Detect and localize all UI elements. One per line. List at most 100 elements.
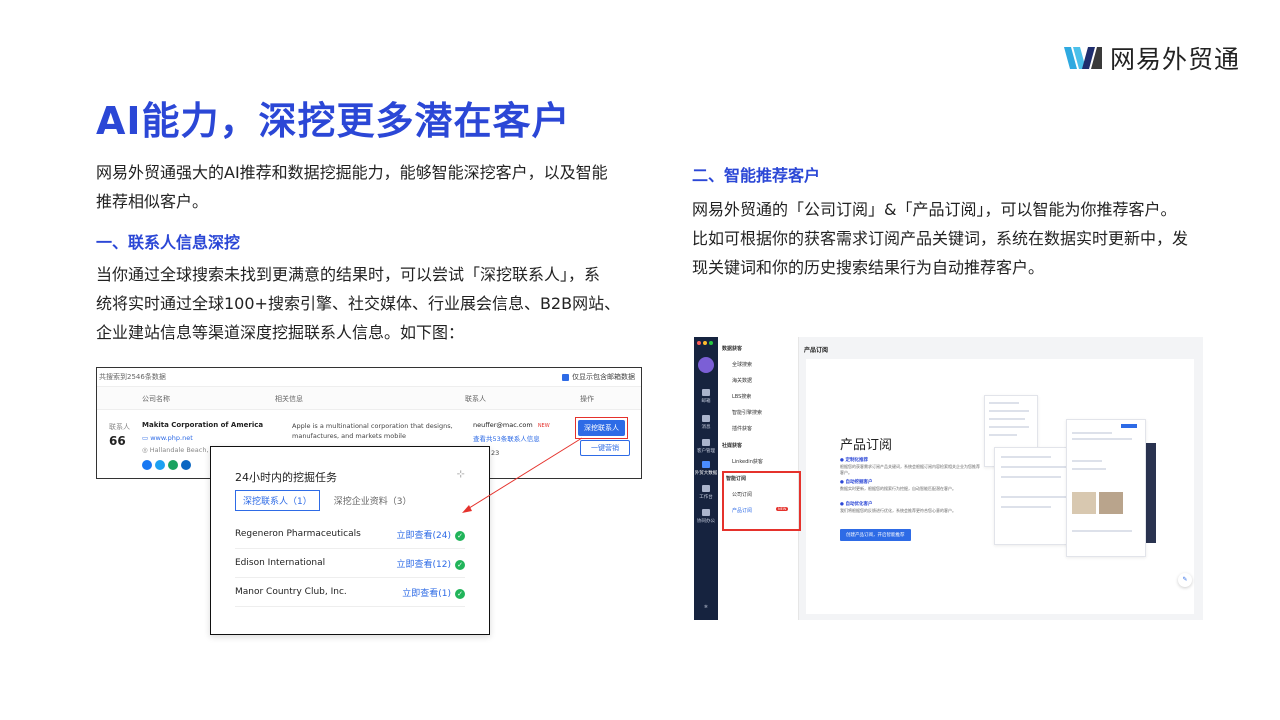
- check-icon: ✓: [455, 559, 465, 570]
- one-click-marketing-button[interactable]: 一键营销: [580, 440, 630, 456]
- feature-title: ● 自动挖掘客户: [840, 480, 873, 485]
- task-company: Manor Country Club, Inc.: [235, 587, 347, 597]
- rail-label: 邮箱: [701, 399, 711, 404]
- website-text: www.php.net: [150, 434, 193, 442]
- rail-item-mail[interactable]: 邮箱: [694, 389, 718, 404]
- task-company: Edison International: [235, 558, 326, 568]
- assistant-icon[interactable]: ✎: [1178, 573, 1192, 587]
- task-company: Regeneron Pharmaceuticals: [235, 529, 361, 539]
- description-line: manufactures, and markets mobile: [292, 432, 406, 440]
- feature-title: ● 自动优化客户: [840, 502, 873, 507]
- dig-contacts-button[interactable]: 深挖联系人: [578, 420, 625, 436]
- message-icon: [702, 415, 710, 422]
- email-only-checkbox[interactable]: 仅显示包含邮箱数据: [562, 372, 635, 382]
- contacts-count: 66: [109, 434, 126, 448]
- company-description: Apple is a multinational corporation tha…: [292, 421, 453, 441]
- brand-logo: 网易外贸通: [1063, 40, 1240, 76]
- minimize-dot-icon[interactable]: [703, 341, 707, 345]
- contacts-label: 联系人: [109, 423, 130, 431]
- view-now-link[interactable]: 立即查看(12) ✓: [397, 557, 465, 570]
- rail-item-messages[interactable]: 消息: [694, 415, 718, 430]
- maximize-dot-icon[interactable]: [709, 341, 713, 345]
- rail-item-customers[interactable]: 客户管理: [694, 439, 718, 454]
- sidebar-item[interactable]: 智能引擎搜索: [732, 409, 762, 416]
- subscription-panel: 产品订阅 ● 定制化推荐 根据您的获客需求订阅产品关键词，系统会根据订阅内容检索…: [806, 359, 1194, 614]
- collapse-icon[interactable]: ⊹: [457, 469, 465, 480]
- mining-tasks-popup: 24小时内的挖掘任务 ⊹ 深挖联系人（1） 深挖企业资料（3） Regenero…: [210, 446, 490, 635]
- section1-line: 当你通过全球搜索未找到更满意的结果时，可以尝试「深挖联系人」，系: [96, 265, 601, 284]
- rail-label: 客户管理: [697, 449, 715, 454]
- page-title: AI能力，深挖更多潜在客户: [96, 99, 571, 143]
- col-contact: 联系人: [465, 395, 486, 403]
- linkedin-icon[interactable]: [181, 460, 191, 470]
- location-text: Hallandale Beach, F: [149, 446, 215, 454]
- view-now-text: 立即查看(12): [396, 559, 451, 570]
- intro-line: 网易外贸通强大的AI推荐和数据挖掘能力，能够智能深挖客户，以及智能: [96, 163, 608, 182]
- task-row: Regeneron Pharmaceuticals 立即查看(24) ✓: [235, 520, 465, 549]
- avatar[interactable]: [698, 357, 714, 373]
- whatsapp-icon[interactable]: [168, 460, 178, 470]
- facebook-icon[interactable]: [142, 460, 152, 470]
- grid-icon: [702, 485, 710, 492]
- view-now-link[interactable]: 立即查看(1) ✓: [402, 586, 465, 599]
- section2-paragraph: 网易外贸通的「公司订阅」&「产品订阅」，可以智能为你推荐客户。 比如可根据你的获…: [692, 195, 1188, 282]
- section2-heading: 二、智能推荐客户: [692, 166, 821, 185]
- sidebar-item[interactable]: 全球搜索: [732, 361, 752, 368]
- section2-line: 现关键词和你的历史搜索结果行为自动推荐客户。: [692, 258, 1045, 277]
- collab-icon: [702, 509, 710, 516]
- task-row: Manor Country Club, Inc. 立即查看(1) ✓: [235, 578, 465, 607]
- view-now-text: 立即查看(1): [402, 588, 451, 599]
- panel-title: 产品订阅: [840, 438, 893, 453]
- sidebar-group-data[interactable]: 数据获客: [722, 345, 742, 352]
- location-pin-icon: ◎: [142, 446, 148, 454]
- view-now-link[interactable]: 立即查看(24) ✓: [397, 528, 465, 541]
- company-name[interactable]: Makita Corporation of America: [142, 421, 263, 429]
- task-row: Edison International 立即查看(12) ✓: [235, 549, 465, 578]
- intro-line: 推荐相似客户。: [96, 192, 209, 211]
- logo-mark-icon: [1063, 47, 1102, 69]
- section1-heading: 一、联系人信息深挖: [96, 233, 241, 252]
- rail-label: 外贸大数据: [694, 471, 718, 476]
- col-action: 操作: [580, 395, 594, 403]
- dig-contacts-highlight: 深挖联系人: [575, 417, 628, 439]
- create-subscription-button[interactable]: 创建产品订阅，开启智能推荐: [840, 529, 911, 541]
- popup-title: 24小时内的挖掘任务: [235, 471, 337, 484]
- highlight-box: [722, 471, 801, 531]
- email-text: neuffer@mac.com: [473, 421, 533, 429]
- rail-label: 工作台: [699, 495, 713, 500]
- product-subscription-screenshot: 邮箱 消息 客户管理 外贸大数据 工作台 协同办公 ✲ 数据获客 全球搜索 海关…: [694, 337, 1203, 620]
- tab-dig-contacts[interactable]: 深挖联系人（1）: [235, 490, 320, 511]
- twitter-icon[interactable]: [155, 460, 165, 470]
- check-icon: ✓: [455, 588, 465, 599]
- browser-icon: ▭: [142, 434, 149, 442]
- checkbox-label: 仅显示包含邮箱数据: [572, 373, 635, 381]
- checkbox-icon: [562, 373, 569, 381]
- sidebar-item[interactable]: LBS搜索: [732, 393, 751, 400]
- rail-item-collab[interactable]: 协同办公: [694, 509, 718, 524]
- contacts-count-block: 联系人 66: [109, 422, 130, 448]
- rail-item-workspace[interactable]: 工作台: [694, 485, 718, 500]
- sidebar-item[interactable]: Linkedin获客: [732, 458, 763, 465]
- close-dot-icon[interactable]: [697, 341, 701, 345]
- view-now-text: 立即查看(24): [396, 530, 451, 541]
- description-line: Apple is a multinational corporation tha…: [292, 422, 453, 430]
- intro-paragraph: 网易外贸通强大的AI推荐和数据挖掘能力，能够智能深挖客户，以及智能 推荐相似客户…: [96, 158, 608, 216]
- section2-line: 网易外贸通的「公司订阅」&「产品订阅」，可以智能为你推荐客户。: [692, 200, 1177, 219]
- contact-email[interactable]: neuffer@mac.com NEW: [473, 421, 550, 429]
- rail-label: 协同办公: [697, 519, 715, 524]
- rail-label: 消息: [701, 425, 711, 430]
- rail-item-bigdata[interactable]: 外贸大数据: [694, 461, 718, 476]
- mail-icon: [702, 389, 710, 396]
- view-contacts-link[interactable]: 查看共53条联系人信息: [473, 433, 540, 443]
- tab-dig-company[interactable]: 深挖企业资料（3）: [326, 490, 420, 511]
- sidebar-group-social[interactable]: 社媒获客: [722, 442, 742, 449]
- sidebar-item[interactable]: 插件获客: [732, 425, 752, 432]
- feature-desc: 数据实时更新，根据您的搜索行为挖掘，自动智能匹配潜在客户。: [840, 486, 956, 491]
- company-website[interactable]: ▭ www.php.net: [142, 434, 193, 442]
- col-company: 公司名称: [142, 395, 170, 403]
- brand-name: 网易外贸通: [1109, 45, 1240, 74]
- sidebar-item[interactable]: 海关数据: [732, 377, 752, 384]
- col-info: 相关信息: [275, 395, 303, 403]
- settings-icon[interactable]: ✲: [694, 605, 718, 610]
- chart-icon: [702, 461, 710, 468]
